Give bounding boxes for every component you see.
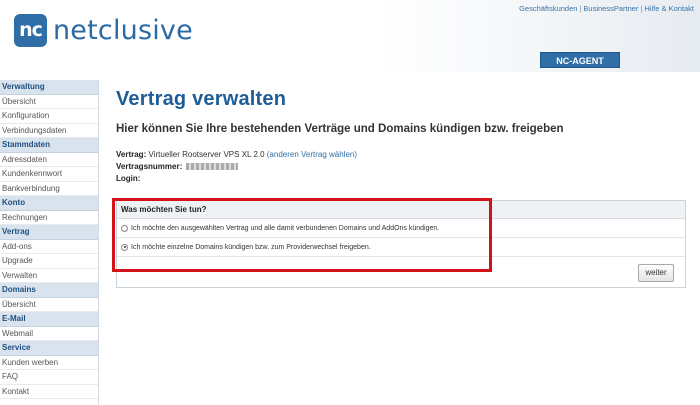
option-cancel-contract[interactable]: Ich möchte den ausgewählten Vertrag und … xyxy=(117,219,685,238)
main-content: Vertrag verwalten Hier können Sie Ihre b… xyxy=(116,88,692,185)
page-title: Vertrag verwalten xyxy=(116,88,287,110)
sidebar-item-verbindungsdaten[interactable]: Verbindungsdaten xyxy=(0,123,98,138)
option-cancel-domains[interactable]: Ich möchte einzelne Domains kündigen bzw… xyxy=(117,238,685,257)
sidebar-section-vertrag: Vertrag xyxy=(0,225,98,240)
option-label: Ich möchte einzelne Domains kündigen bzw… xyxy=(131,243,371,251)
logo-mark: nc xyxy=(14,14,47,47)
sidebar-item-übersicht[interactable]: Übersicht xyxy=(0,94,98,109)
options-heading: Was möchten Sie tun? xyxy=(117,201,685,219)
sidebar-item-webmail[interactable]: Webmail xyxy=(0,326,98,341)
sidebar-section-stammdaten: Stammdaten xyxy=(0,138,98,153)
contract-number-label: Vertragsnummer: xyxy=(116,162,183,171)
top-links: Geschäftskunden | BusinessPartner | Hilfe & … xyxy=(519,4,694,13)
link-hilfe-kontakt[interactable]: Hilfe & Kontakt xyxy=(644,4,694,13)
sidebar-item-rechnungen[interactable]: Rechnungen xyxy=(0,210,98,225)
redacted-number xyxy=(186,163,239,171)
sidebar-item-konfiguration[interactable]: Konfiguration xyxy=(0,109,98,124)
radio-cancel-contract[interactable] xyxy=(121,224,128,232)
sidebar-item-kundenkennwort[interactable]: Kundenkennwort xyxy=(0,167,98,182)
sidebar-item-adressdaten[interactable]: Adressdaten xyxy=(0,152,98,167)
sidebar-item-verwalten[interactable]: Verwalten xyxy=(0,268,98,283)
sidebar-item-faq[interactable]: FAQ xyxy=(0,370,98,385)
sidebar-section-verwaltung: Verwaltung xyxy=(0,80,98,95)
sidebar-section-domains: Domains xyxy=(0,283,98,298)
sidebar-item-add-ons[interactable]: Add-ons xyxy=(0,239,98,254)
netclusive-logo[interactable]: nc netclusive xyxy=(14,14,193,47)
sidebar-nav: Verwaltung Übersicht Konfiguration Verbindu… xyxy=(0,80,99,405)
sidebar-item-upgrade[interactable]: Upgrade xyxy=(0,254,98,269)
link-businesspartner[interactable]: BusinessPartner xyxy=(583,4,638,13)
sidebar-item-übersicht[interactable]: Übersicht xyxy=(0,297,98,312)
radio-cancel-domains[interactable] xyxy=(121,243,128,251)
sidebar-item-bankverbindung[interactable]: Bankverbindung xyxy=(0,181,98,196)
contract-label: Vertrag: xyxy=(116,150,147,159)
change-contract-link[interactable]: (anderen Vertrag wählen) xyxy=(267,150,357,159)
nc-agent-tab[interactable]: NC-AGENT xyxy=(540,52,620,68)
option-label: Ich möchte den ausgewählten Vertrag und … xyxy=(131,224,440,232)
login-label: Login: xyxy=(116,174,141,183)
sidebar-section-e-mail: E-Mail xyxy=(0,312,98,327)
contract-info: Vertrag: Virtueller Rootserver VPS XL 2.… xyxy=(116,149,692,185)
sidebar-section-konto: Konto xyxy=(0,196,98,211)
header: nc netclusive Geschäftskunden | BusinessPa… xyxy=(0,0,700,72)
sidebar-item-kunden-werben[interactable]: Kunden werben xyxy=(0,355,98,370)
logo-text: netclusive xyxy=(53,15,193,46)
page-subtitle: Hier können Sie Ihre bestehenden Verträg… xyxy=(116,123,564,135)
link-geschaeftskunden[interactable]: Geschäftskunden xyxy=(519,4,577,13)
sidebar-section-service: Service xyxy=(0,341,98,356)
options-panel: Was möchten Sie tun? Ich möchte den ausg… xyxy=(116,200,686,288)
contract-value: Virtueller Rootserver VPS XL 2.0 xyxy=(148,150,265,159)
weiter-button[interactable]: weiter xyxy=(638,264,674,282)
sidebar-item-kontakt[interactable]: Kontakt xyxy=(0,384,98,399)
